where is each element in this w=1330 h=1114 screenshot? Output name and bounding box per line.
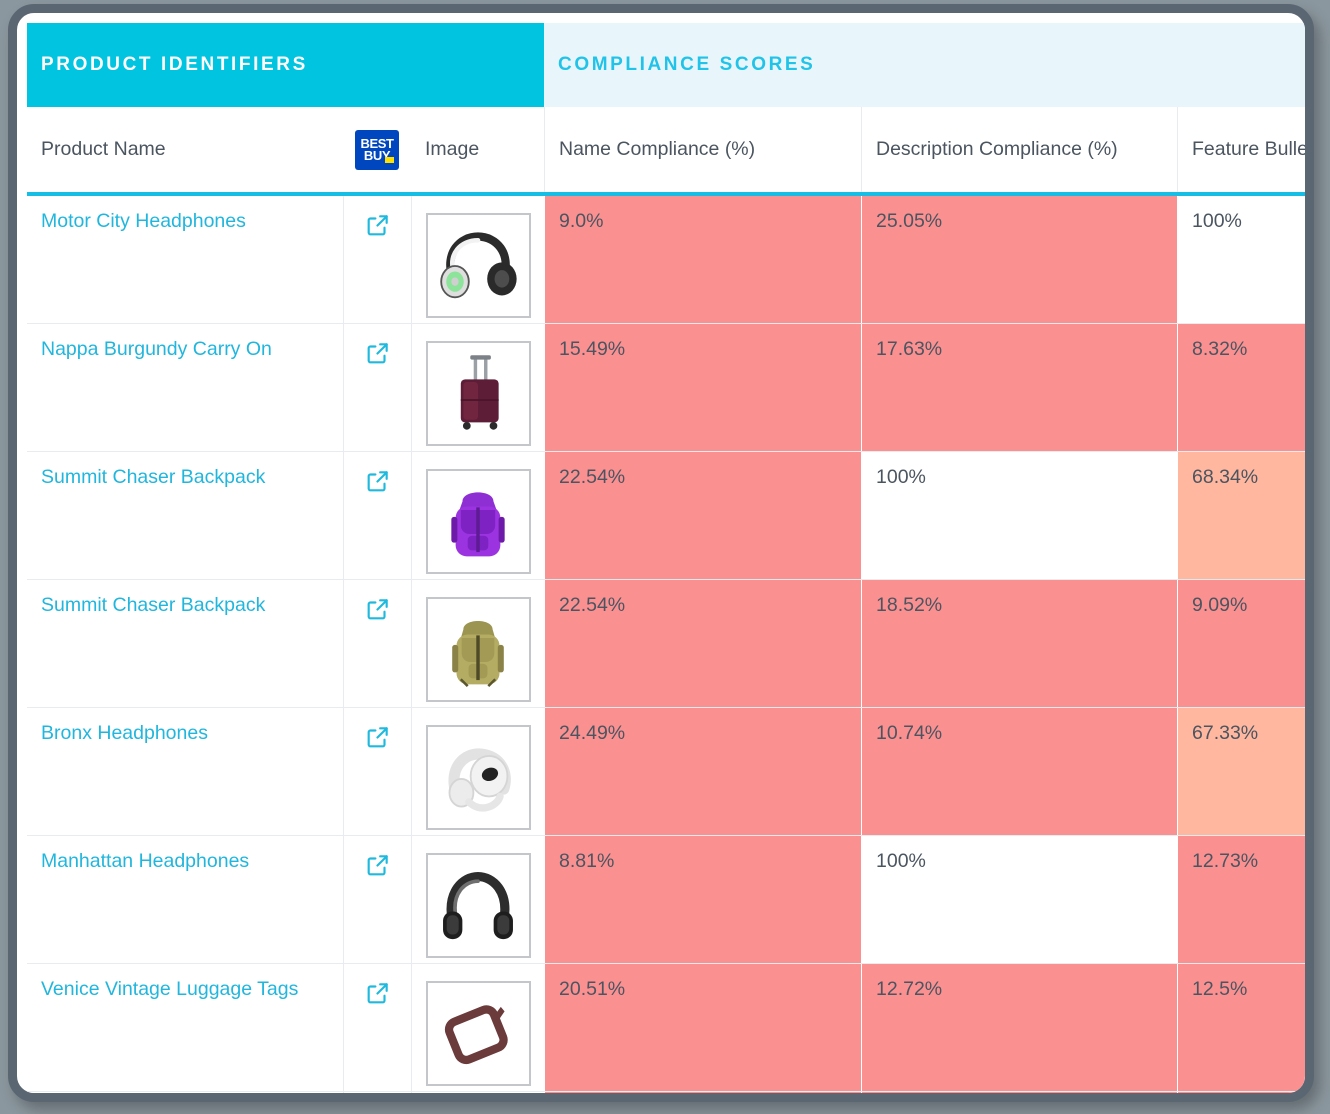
product-thumbnail xyxy=(425,853,531,958)
external-link-icon[interactable] xyxy=(365,852,391,884)
feature-bullet-compliance-value: 12.5% xyxy=(1177,964,1305,1091)
open-product-link-button[interactable] xyxy=(343,196,411,323)
group-header-product-identifiers: PRODUCT IDENTIFIERS xyxy=(27,23,544,107)
open-product-link-button[interactable] xyxy=(343,452,411,579)
table-row[interactable]: Venice Vintage Luggage Tags 20.51% 12.72% 1… xyxy=(27,964,1305,1092)
column-header-row: Product Name BEST BUY Image Name Complia… xyxy=(27,107,1305,196)
external-link-icon[interactable] xyxy=(365,724,391,756)
description-compliance-value: 12.72% xyxy=(861,964,1177,1091)
feature-bullet-compliance-value: 9.09% xyxy=(1177,580,1305,707)
product-image-cell xyxy=(411,708,544,835)
compliance-table: PRODUCT IDENTIFIERS COMPLIANCE SCORES Pr… xyxy=(27,23,1305,1093)
product-name-link[interactable]: Nappa Burgundy Carry On xyxy=(27,324,343,451)
description-compliance-value: 10.74% xyxy=(861,708,1177,835)
column-header-description-compliance[interactable]: Description Compliance (%) xyxy=(861,107,1177,192)
description-compliance-value: 100% xyxy=(861,836,1177,963)
open-product-link-button[interactable] xyxy=(343,708,411,835)
table-viewport[interactable]: PRODUCT IDENTIFIERS COMPLIANCE SCORES Pr… xyxy=(27,23,1305,1093)
group-header-compliance-scores: COMPLIANCE SCORES xyxy=(544,23,1305,107)
column-header-bestbuy-link: BEST BUY xyxy=(343,107,411,192)
feature-bullet-compliance-value: 12.73% xyxy=(1177,836,1305,963)
product-image-cell xyxy=(411,964,544,1091)
external-link-icon[interactable] xyxy=(365,340,391,372)
table-body: Motor City Headphones 9.0% 25.05% 100% Nappa… xyxy=(27,196,1305,1093)
description-compliance-value: 9.9% xyxy=(861,1092,1177,1093)
product-thumbnail xyxy=(425,725,531,830)
feature-bullet-compliance-value: 67.33% xyxy=(1177,708,1305,835)
description-compliance-value: 100% xyxy=(861,452,1177,579)
open-product-link-button[interactable] xyxy=(343,964,411,1091)
product-name-link[interactable]: Wired Large Pet Carrier xyxy=(27,1092,343,1093)
open-product-link-button[interactable] xyxy=(343,580,411,707)
external-link-icon[interactable] xyxy=(365,596,391,628)
product-name-link[interactable]: Venice Vintage Luggage Tags xyxy=(27,964,343,1091)
product-image-cell xyxy=(411,452,544,579)
product-thumbnail xyxy=(425,597,531,702)
feature-bullet-compliance-value: 100% xyxy=(1177,196,1305,323)
name-compliance-value: 15.49% xyxy=(544,324,861,451)
feature-bullet-compliance-value: 10.3% xyxy=(1177,1092,1305,1093)
name-compliance-value: 22.54% xyxy=(544,580,861,707)
feature-bullet-compliance-value: 8.32% xyxy=(1177,324,1305,451)
product-thumbnail xyxy=(425,213,531,318)
device-bezel: PRODUCT IDENTIFIERS COMPLIANCE SCORES Pr… xyxy=(8,4,1314,1102)
table-row[interactable]: Nappa Burgundy Carry On 15.49% 17.63% 8.32% xyxy=(27,324,1305,452)
open-product-link-button[interactable] xyxy=(343,1092,411,1093)
table-row[interactable]: Summit Chaser Backpack 22.54% 100% 68.34% xyxy=(27,452,1305,580)
best-buy-tag-icon xyxy=(385,156,394,163)
product-image-cell xyxy=(411,580,544,707)
open-product-link-button[interactable] xyxy=(343,324,411,451)
name-compliance-value: 24.49% xyxy=(544,708,861,835)
description-compliance-value: 25.05% xyxy=(861,196,1177,323)
external-link-icon[interactable] xyxy=(365,468,391,500)
best-buy-logo-icon: BEST BUY xyxy=(355,129,399,170)
product-thumbnail xyxy=(425,981,531,1086)
product-name-link[interactable]: Summit Chaser Backpack xyxy=(27,452,343,579)
product-image-cell xyxy=(411,1092,544,1093)
group-header-row: PRODUCT IDENTIFIERS COMPLIANCE SCORES xyxy=(27,23,1305,107)
app-frame: PRODUCT IDENTIFIERS COMPLIANCE SCORES Pr… xyxy=(0,0,1330,1114)
product-thumbnail xyxy=(425,341,531,446)
product-image-cell xyxy=(411,836,544,963)
column-header-product-name[interactable]: Product Name xyxy=(27,107,343,192)
product-name-link[interactable]: Summit Chaser Backpack xyxy=(27,580,343,707)
product-image-cell xyxy=(411,324,544,451)
product-name-link[interactable]: Bronx Headphones xyxy=(27,708,343,835)
table-row[interactable]: Motor City Headphones 9.0% 25.05% 100% xyxy=(27,196,1305,324)
product-image-cell xyxy=(411,196,544,323)
table-row[interactable]: Manhattan Headphones 8.81% 100% 12.73% xyxy=(27,836,1305,964)
column-header-name-compliance[interactable]: Name Compliance (%) xyxy=(544,107,861,192)
external-link-icon[interactable] xyxy=(365,980,391,1012)
name-compliance-value: 9.0% xyxy=(544,196,861,323)
table-row[interactable]: Wired Large Pet Carrier 19.53%9.9%10.3% xyxy=(27,1092,1305,1093)
product-thumbnail xyxy=(425,469,531,574)
product-name-link[interactable]: Motor City Headphones xyxy=(27,196,343,323)
external-link-icon[interactable] xyxy=(365,212,391,244)
description-compliance-value: 18.52% xyxy=(861,580,1177,707)
name-compliance-value: 20.51% xyxy=(544,964,861,1091)
name-compliance-value: 22.54% xyxy=(544,452,861,579)
description-compliance-value: 17.63% xyxy=(861,324,1177,451)
product-name-link[interactable]: Manhattan Headphones xyxy=(27,836,343,963)
column-header-image[interactable]: Image xyxy=(411,107,544,192)
table-row[interactable]: Summit Chaser Backpack 22.54% 18.52% 9.09% xyxy=(27,580,1305,708)
column-header-feature-bullet-compliance[interactable]: Feature Bullet xyxy=(1177,107,1305,192)
table-row[interactable]: Bronx Headphones 24.49% 10.74% 67.33% xyxy=(27,708,1305,836)
name-compliance-value: 19.53% xyxy=(544,1092,861,1093)
name-compliance-value: 8.81% xyxy=(544,836,861,963)
open-product-link-button[interactable] xyxy=(343,836,411,963)
feature-bullet-compliance-value: 68.34% xyxy=(1177,452,1305,579)
